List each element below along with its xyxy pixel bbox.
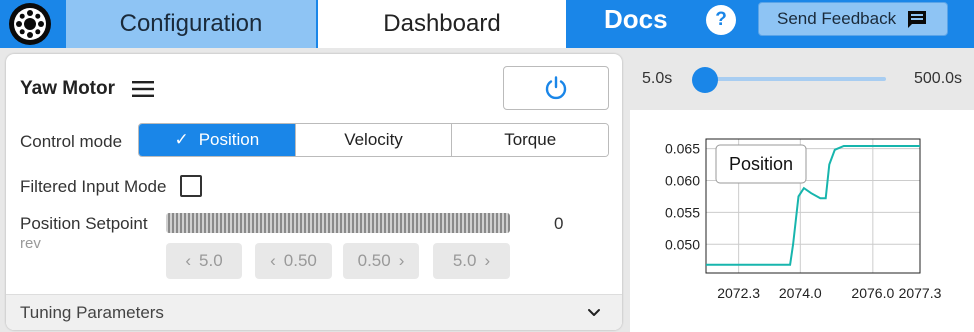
chevron-left-icon: ‹: [270, 251, 276, 270]
time-window-slider-track[interactable]: [706, 77, 886, 81]
x-tick-label: 2077.3: [899, 285, 942, 301]
power-button[interactable]: [503, 66, 609, 110]
time-window-max-label: 500.0s: [914, 70, 963, 87]
y-tick-label: 0.060: [665, 172, 700, 188]
tuning-parameters-expander[interactable]: Tuning Parameters: [6, 294, 622, 330]
time-window-min-label: 5.0s: [642, 70, 673, 87]
power-icon: [545, 76, 567, 100]
step-minus-5-button[interactable]: ‹ 5.0: [166, 243, 242, 279]
mode-position-button[interactable]: ✓ Position: [139, 124, 295, 156]
motor-logo-icon[interactable]: [0, 0, 60, 48]
position-chart: 0.065 0.060 0.055 0.050 2072.3 2074.0 2076.0 20…: [665, 138, 942, 301]
time-window-slider-thumb[interactable]: [692, 67, 718, 93]
help-button[interactable]: ?: [706, 5, 736, 35]
chevron-down-icon: [588, 309, 600, 316]
y-tick-label: 0.055: [665, 204, 700, 220]
y-tick-label: 0.065: [665, 141, 700, 157]
step-minus-5-label: 5.0: [199, 251, 223, 270]
motor-name: Yaw Motor: [20, 78, 116, 99]
step-plus-050-button[interactable]: 0.50 ›: [343, 243, 419, 279]
chevron-right-icon: ›: [398, 251, 405, 270]
motor-control-panel: Yaw Motor Control mode ✓ Position Veloci…: [6, 54, 622, 330]
x-tick-label: 2072.3: [717, 285, 760, 301]
send-feedback-button[interactable]: Send Feedback: [758, 2, 948, 36]
step-plus-5-label: 5.0: [452, 251, 477, 270]
step-plus-5-button[interactable]: 5.0 ›: [433, 243, 510, 279]
x-tick-label: 2074.0: [779, 285, 822, 301]
send-feedback-label: Send Feedback: [777, 9, 897, 28]
tab-configuration[interactable]: Configuration: [66, 0, 316, 48]
control-mode-selector: ✓ Position Velocity Torque: [138, 123, 609, 157]
position-setpoint-label: Position Setpoint: [20, 214, 148, 233]
mode-position-label: Position: [198, 130, 260, 149]
x-tick-label: 2076.0: [851, 285, 894, 301]
filtered-input-label: Filtered Input Mode: [20, 177, 167, 196]
setpoint-value: 0: [554, 214, 564, 233]
chevron-left-icon: ‹: [185, 251, 192, 270]
hamburger-menu-icon[interactable]: [132, 80, 156, 98]
step-minus-050-label: 0.50: [283, 251, 317, 270]
control-mode-label: Control mode: [20, 132, 123, 151]
mode-torque-button[interactable]: Torque: [451, 124, 608, 156]
feedback-message-icon: [908, 11, 927, 28]
chevron-right-icon: ›: [484, 251, 491, 270]
mode-velocity-button[interactable]: Velocity: [294, 124, 452, 156]
filtered-input-checkbox[interactable]: [180, 175, 202, 197]
chart-title: Position: [729, 154, 793, 174]
position-setpoint-slider[interactable]: [166, 213, 510, 233]
setpoint-unit: rev: [20, 235, 41, 252]
top-bar: Configuration Dashboard Docs ? Send Feed…: [0, 0, 974, 48]
tab-dashboard[interactable]: Dashboard: [318, 0, 566, 48]
position-plot: 0.065 0.060 0.055 0.050 2072.3 2074.0 2076.0 20…: [630, 110, 974, 332]
y-tick-label: 0.050: [665, 236, 700, 252]
step-minus-050-button[interactable]: ‹ 0.50: [255, 243, 332, 279]
step-plus-050-label: 0.50: [357, 251, 391, 270]
check-icon: ✓: [174, 130, 189, 149]
docs-link[interactable]: Docs: [604, 4, 668, 35]
tuning-parameters-label: Tuning Parameters: [20, 303, 164, 322]
